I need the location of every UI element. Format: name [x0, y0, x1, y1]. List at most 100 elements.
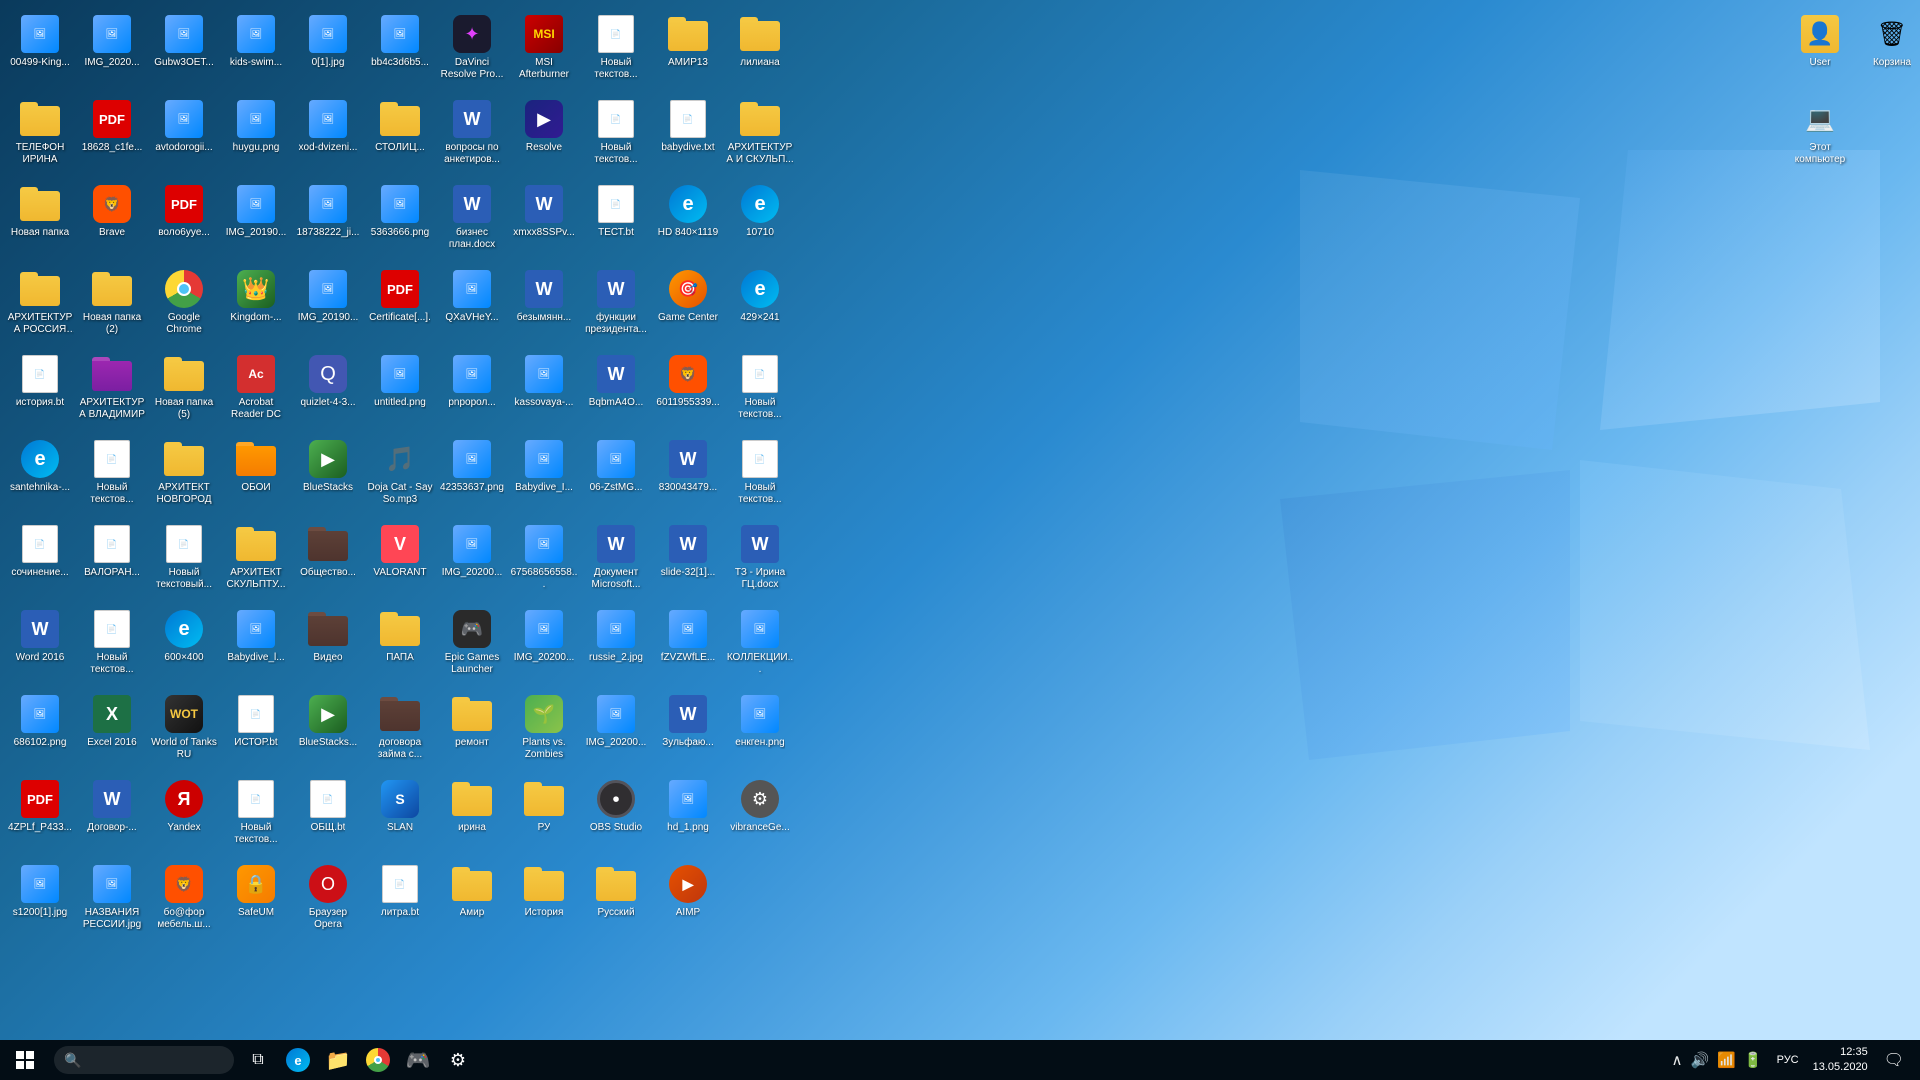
desktop-icon-i8[interactable]: MSI MSI Afterburner	[508, 8, 580, 93]
desktop-icon-right-r3[interactable]: 💻 Этот компьютер	[1784, 93, 1856, 178]
desktop-icon-i41[interactable]: W безымянн...	[508, 263, 580, 348]
tray-icons[interactable]: ∧ 🔊 📶 🔋	[1664, 1051, 1771, 1069]
desktop-icon-i105[interactable]: S SLAN	[364, 773, 436, 858]
desktop-icon-i103[interactable]: 📄 Новый текстов...	[220, 773, 292, 858]
desktop-icon-i56[interactable]: e santehnika-...	[4, 433, 76, 518]
desktop-icon-i83[interactable]: ПАПА	[364, 603, 436, 688]
desktop-icon-i27[interactable]: 🖼 18738222_ji...	[292, 178, 364, 263]
desktop-icon-i65[interactable]: W 830043479...	[652, 433, 724, 518]
desktop-icon-i34[interactable]: АРХИТЕКТУРА РОССИЯ И...	[4, 263, 76, 348]
desktop-icon-i25[interactable]: PDF воло6уye...	[148, 178, 220, 263]
desktop-icon-i38[interactable]: 🖼 IMG_20190...	[292, 263, 364, 348]
desktop-icon-i86[interactable]: 🖼 russie_2.jpg	[580, 603, 652, 688]
desktop-icon-i67[interactable]: 📄 сочинение...	[4, 518, 76, 603]
desktop-icon-i18[interactable]: W вопросы по анкетиров...	[436, 93, 508, 178]
desktop-icon-i114[interactable]: 🔒 SafeUM	[220, 858, 292, 937]
desktop-icon-i28[interactable]: 🖼 5363666.png	[364, 178, 436, 263]
desktop-icon-i95[interactable]: ремонт	[436, 688, 508, 773]
desktop-icon-i92[interactable]: 📄 ИСТОР.bt	[220, 688, 292, 773]
desktop-icon-i52[interactable]: 🖼 kassovaya-...	[508, 348, 580, 433]
taskbar-explorer[interactable]: 📁	[318, 1040, 358, 1080]
desktop-icon-i11[interactable]: лилиана	[724, 8, 796, 93]
desktop-icon-i72[interactable]: V VALORANT	[364, 518, 436, 603]
desktop-icon-i58[interactable]: АРХИТЕКТ НОВГОРОД	[148, 433, 220, 518]
desktop-icon-i59[interactable]: ОБОИ	[220, 433, 292, 518]
desktop-icon-i74[interactable]: 🖼 67568656558...	[508, 518, 580, 603]
taskbar-search[interactable]: 🔍	[54, 1046, 234, 1074]
desktop-icon-i118[interactable]: История	[508, 858, 580, 937]
desktop-icon-i2[interactable]: 🖼 IMG_2020...	[76, 8, 148, 93]
desktop-icon-i112[interactable]: 🖼 НАЗВАНИЯ РECСИИ.jpg	[76, 858, 148, 937]
desktop-icon-i17[interactable]: СТОЛИЦ...	[364, 93, 436, 178]
desktop-icon-i60[interactable]: ▶ BlueStacks	[292, 433, 364, 518]
desktop-icon-i14[interactable]: 🖼 avtodorogii...	[148, 93, 220, 178]
desktop-icon-i80[interactable]: e 600×400	[148, 603, 220, 688]
desktop-icon-right-r2[interactable]: 🗑 Корзина	[1856, 8, 1920, 93]
desktop-icon-i48[interactable]: Ac Acrobat Reader DC	[220, 348, 292, 433]
desktop-icon-i9[interactable]: 📄 Новый текстов...	[580, 8, 652, 93]
taskbar-edge[interactable]: e	[278, 1040, 318, 1080]
desktop-icon-i49[interactable]: Q quizlet-4-3...	[292, 348, 364, 433]
desktop-icon-i22[interactable]: АРХИТЕКТУРА И СКУЛЬП...	[724, 93, 796, 178]
desktop-icon-i104[interactable]: 📄 ОБЩ.bt	[292, 773, 364, 858]
taskbar-settings[interactable]: ⚙	[438, 1040, 478, 1080]
desktop-icon-i50[interactable]: 🖼 untitled.png	[364, 348, 436, 433]
desktop-icon-i77[interactable]: W ТЗ - Ирина ГЦ.docx	[724, 518, 796, 603]
desktop-icon-i29[interactable]: W бизнес план.docx	[436, 178, 508, 263]
desktop-icon-i71[interactable]: Общество...	[292, 518, 364, 603]
desktop-icon-i101[interactable]: W Договор-...	[76, 773, 148, 858]
desktop-icon-i119[interactable]: Русский	[580, 858, 652, 937]
desktop-icon-i93[interactable]: ▶ BlueStacks...	[292, 688, 364, 773]
desktop-icon-i85[interactable]: 🖼 IMG_20200...	[508, 603, 580, 688]
desktop-icon-i62[interactable]: 🖼 42353637.png	[436, 433, 508, 518]
desktop-icon-i69[interactable]: 📄 Новый текстовый...	[148, 518, 220, 603]
tray-up-arrow[interactable]: ∧	[1672, 1051, 1683, 1069]
start-button[interactable]	[0, 1040, 50, 1080]
desktop-icon-i63[interactable]: 🖼 Babydive_I...	[508, 433, 580, 518]
desktop-icon-i78[interactable]: W Word 2016	[4, 603, 76, 688]
desktop-icon-i89[interactable]: 🖼 686102.png	[4, 688, 76, 773]
desktop-icon-i21[interactable]: 📄 babydive.txt	[652, 93, 724, 178]
desktop-icon-i66[interactable]: 📄 Новый текстов...	[724, 433, 796, 518]
desktop-icon-i6[interactable]: 🖼 bb4c3d6b5...	[364, 8, 436, 93]
desktop-icon-i84[interactable]: 🎮 Epic Games Launcher	[436, 603, 508, 688]
desktop-icon-i23[interactable]: Новая папка	[4, 178, 76, 263]
desktop-icon-i99[interactable]: 🖼 енкген.png	[724, 688, 796, 773]
taskbar-steam[interactable]: 🎮	[398, 1040, 438, 1080]
desktop-icon-i117[interactable]: Амир	[436, 858, 508, 937]
desktop-icon-i108[interactable]: ⏺ OBS Studio	[580, 773, 652, 858]
desktop-icon-i44[interactable]: e 429×241	[724, 263, 796, 348]
desktop-icon-i53[interactable]: W BqbmA4O...	[580, 348, 652, 433]
desktop-icon-i109[interactable]: 🖼 hd_1.png	[652, 773, 724, 858]
desktop-icon-i87[interactable]: 🖼 fZVZWfLE...	[652, 603, 724, 688]
desktop-icon-i24[interactable]: 🦁 Brave	[76, 178, 148, 263]
desktop-icon-i68[interactable]: 📄 ВАЛОРАН...	[76, 518, 148, 603]
desktop-icon-i91[interactable]: WOT World of Tanks RU	[148, 688, 220, 773]
desktop-icon-i111[interactable]: 🖼 s1200[1].jpg	[4, 858, 76, 937]
task-view-button[interactable]: ⧉	[238, 1040, 278, 1080]
desktop-icon-i16[interactable]: 🖼 xod-dvizeni...	[292, 93, 364, 178]
desktop-icon-i76[interactable]: W slide-32[1]...	[652, 518, 724, 603]
desktop-icon-i106[interactable]: ирина	[436, 773, 508, 858]
desktop-icon-i96[interactable]: 🌱 Plants vs. Zombies	[508, 688, 580, 773]
desktop-icon-i116[interactable]: 📄 литра.bt	[364, 858, 436, 937]
desktop-icon-i94[interactable]: договора займа с...	[364, 688, 436, 773]
desktop-icon-i102[interactable]: Я Yandex	[148, 773, 220, 858]
desktop-icon-i5[interactable]: 🖼 0[1].jpg	[292, 8, 364, 93]
desktop-icon-i3[interactable]: 🖼 Gubw3OET...	[148, 8, 220, 93]
desktop-icon-i7[interactable]: ✦ DaVinci Resolve Pro...	[436, 8, 508, 93]
desktop-icon-i46[interactable]: АРХИТЕКТУРА ВЛАДИМИР	[76, 348, 148, 433]
desktop-icon-i55[interactable]: 📄 Новый текстов...	[724, 348, 796, 433]
desktop-icon-i110[interactable]: ⚙ vibranceGe...	[724, 773, 796, 858]
desktop-icon-i40[interactable]: 🖼 QXaVHeY...	[436, 263, 508, 348]
notification-button[interactable]: 🗨	[1876, 1050, 1912, 1070]
desktop-icon-i115[interactable]: O Браузер Opera	[292, 858, 364, 937]
taskbar-clock[interactable]: 12:35 13.05.2020	[1805, 1045, 1876, 1076]
taskbar-chrome[interactable]	[358, 1040, 398, 1080]
desktop-icon-i70[interactable]: АРХИТЕКТ СКУЛЬПТУ...	[220, 518, 292, 603]
desktop-icon-i51[interactable]: 🖼 pnророл...	[436, 348, 508, 433]
desktop-icon-i13[interactable]: PDF 18628_c1fe...	[76, 93, 148, 178]
desktop-icon-i120[interactable]: ▶ AIMP	[652, 858, 724, 937]
desktop-icon-i54[interactable]: 🦁 6011955339...	[652, 348, 724, 433]
desktop-icon-i31[interactable]: 📄 ТЕСТ.bt	[580, 178, 652, 263]
